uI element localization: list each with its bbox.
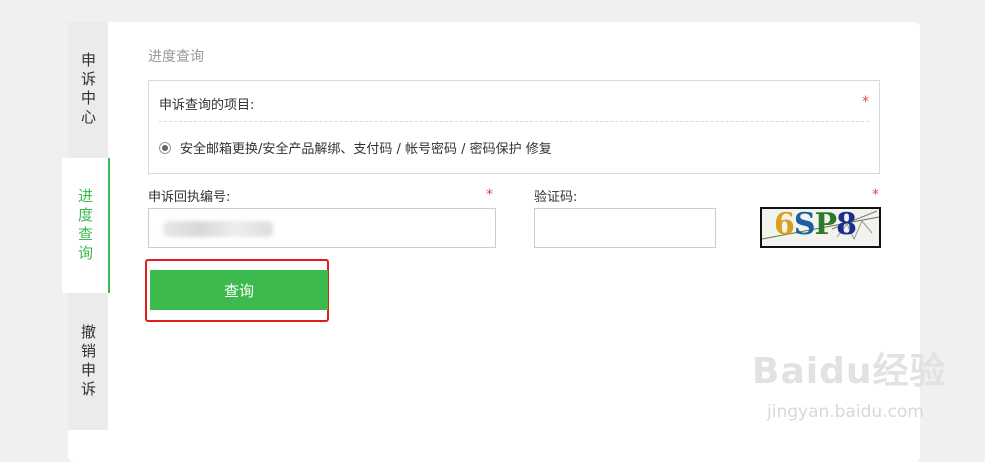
tab-progress-query[interactable]: 进度查询: [62, 158, 110, 293]
captcha-label: 验证码:: [534, 190, 578, 205]
blurred-value: [163, 221, 273, 237]
tab-appeal-center[interactable]: 申诉中心: [68, 22, 108, 158]
side-tabs: 申诉中心 进度查询 撤销申诉: [62, 22, 110, 430]
project-box: 申诉查询的项目: * 安全邮箱更换/安全产品解绑、支付码 / 帐号密码 / 密码…: [148, 80, 880, 174]
captcha-image[interactable]: 6SP8: [760, 207, 881, 248]
receipt-label: 申诉回执编号:: [148, 190, 231, 205]
watermark-url: jingyan.baidu.com: [767, 402, 924, 422]
tab-progress-query-label: 进度查询: [76, 187, 94, 264]
captcha-required-mark: *: [872, 187, 879, 203]
tab-cancel-appeal[interactable]: 撤销申诉: [68, 293, 108, 430]
required-mark: *: [862, 94, 869, 110]
project-label: 申诉查询的项目:: [159, 98, 255, 113]
tab-appeal-center-label: 申诉中心: [79, 52, 97, 128]
captcha-text: 6SP8: [774, 207, 857, 242]
receipt-number-input[interactable]: [148, 208, 496, 248]
divider: [159, 121, 869, 122]
captcha-input[interactable]: [534, 208, 716, 248]
watermark-logo: Baidu经验: [752, 351, 947, 392]
section-title: 进度查询: [148, 49, 204, 65]
tab-cancel-appeal-label: 撤销申诉: [79, 323, 97, 400]
radio-selected-icon[interactable]: [159, 141, 171, 154]
project-option-label: 安全邮箱更换/安全产品解绑、支付码 / 帐号密码 / 密码保护 修复: [180, 142, 552, 157]
receipt-required-mark: *: [486, 187, 493, 203]
query-button[interactable]: 查询: [150, 270, 328, 310]
baidu-watermark: Baidu经验 jingyan.baidu.com: [752, 342, 947, 422]
project-option[interactable]: 安全邮箱更换/安全产品解绑、支付码 / 帐号密码 / 密码保护 修复: [159, 138, 552, 157]
